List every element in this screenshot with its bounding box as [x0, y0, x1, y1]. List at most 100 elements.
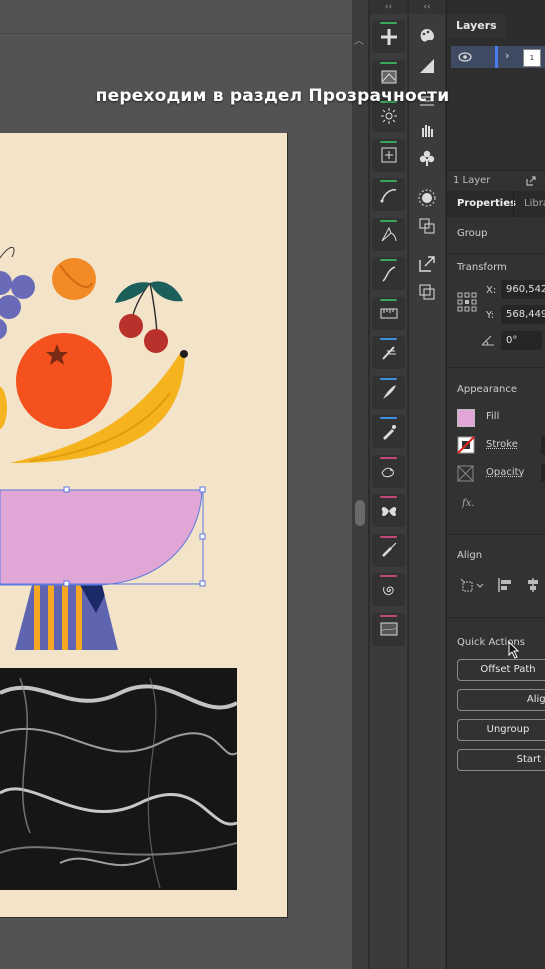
stroke-label[interactable]: Stroke — [486, 439, 518, 450]
ungroup-button[interactable]: Ungroup — [457, 719, 545, 741]
tool-color-bar — [380, 575, 397, 577]
start-global-edit-button[interactable]: Start G — [457, 749, 545, 771]
fill-label: Fill — [486, 411, 500, 422]
marble-image[interactable] — [0, 668, 238, 890]
tool-curvature[interactable] — [372, 178, 405, 211]
tool-width-curve[interactable] — [372, 257, 405, 290]
orange[interactable] — [16, 333, 112, 429]
align-left-icon[interactable] — [497, 577, 513, 593]
x-label: X: — [486, 285, 497, 296]
chevron-up-icon[interactable]: ︿ — [354, 32, 364, 47]
butterfly-icon — [381, 506, 396, 516]
tool-anchor-point[interactable] — [372, 217, 405, 251]
fx-effects-button[interactable]: fx. — [462, 498, 475, 509]
tool-brush-pen[interactable] — [372, 533, 405, 567]
width-curve-icon — [381, 265, 395, 282]
transform-heading: Transform — [457, 262, 507, 273]
x-field[interactable]: 960,542 — [501, 280, 545, 299]
align-button[interactable]: Align — [457, 689, 545, 711]
tab-properties[interactable]: Properties — [457, 191, 516, 217]
ruler-icon — [380, 308, 397, 319]
appearance-heading: Appearance — [457, 384, 518, 395]
tool-panel-2: ‹‹ — [408, 0, 445, 969]
export-icon — [419, 256, 435, 272]
layers-footer: 1 Layer — [447, 170, 545, 191]
export-layer-icon[interactable] — [525, 175, 537, 187]
tool-butterfly[interactable] — [372, 494, 405, 527]
texture-icon — [380, 622, 397, 636]
tool-eyedropper-pen[interactable] — [372, 415, 405, 448]
scrollbar-thumb[interactable] — [355, 500, 365, 526]
tool-artboards[interactable] — [411, 210, 443, 242]
panel-grip[interactable] — [447, 0, 545, 14]
cherries[interactable] — [115, 281, 183, 353]
y-field[interactable]: 568,449 — [501, 305, 545, 324]
tool-color-bar — [380, 298, 397, 301]
tool-spiral[interactable] — [372, 573, 405, 606]
tool-texture[interactable] — [372, 612, 405, 646]
grapes[interactable] — [0, 271, 35, 340]
eye-icon[interactable] — [458, 51, 472, 63]
align-to-icon[interactable] — [459, 577, 485, 593]
tab-libraries[interactable]: Libra — [524, 191, 545, 217]
gradient-icon — [420, 59, 434, 73]
tool-transform-box[interactable] — [372, 138, 405, 172]
video-caption: переходим в раздел Прозрачности — [95, 86, 450, 106]
mouse-cursor-icon — [508, 641, 520, 659]
tool-club[interactable] — [411, 142, 443, 174]
tool-color-bar — [380, 22, 397, 24]
tool-color-bar — [380, 535, 397, 538]
tool-stack[interactable] — [411, 276, 443, 308]
pencil-lines-icon — [381, 345, 396, 360]
tool-color-bar — [380, 614, 397, 617]
right-panel: Layers › 1 1 Layer Properties Libra Grou… — [446, 0, 545, 969]
reference-point-icon[interactable] — [457, 292, 477, 312]
tool-panel-1: ‹‹ — [369, 0, 407, 969]
sunburst-icon — [380, 107, 397, 124]
layer-count: 1 Layer — [453, 175, 491, 186]
offset-path-button[interactable]: Offset Path — [457, 659, 545, 681]
stroke-swatch-icon[interactable] — [457, 436, 475, 454]
opacity-label[interactable]: Opacity — [486, 467, 524, 478]
quill-pen-icon — [382, 385, 396, 399]
tool-color-bar — [380, 496, 397, 498]
opacity-field[interactable] — [541, 464, 545, 482]
rotate-angle-icon — [481, 335, 494, 346]
bowl[interactable] — [0, 489, 203, 586]
chevron-right-icon[interactable]: › — [505, 49, 509, 62]
apricot[interactable] — [52, 258, 96, 300]
canvas-area[interactable] — [0, 0, 352, 969]
layer-color-bar — [495, 46, 498, 68]
tool-gradient[interactable] — [411, 50, 443, 82]
hand-icon — [422, 125, 433, 137]
stroke-weight-field[interactable] — [541, 436, 545, 454]
sun-icon — [418, 189, 436, 207]
tool-add-anchor[interactable] — [372, 20, 405, 53]
transform-box-icon — [381, 147, 396, 163]
artboard[interactable] — [0, 133, 288, 918]
anchor-point-icon — [381, 226, 396, 242]
align-center-icon[interactable] — [525, 577, 541, 593]
tab-layers[interactable]: Layers — [447, 14, 506, 38]
rotate-field[interactable]: 0° — [501, 331, 542, 350]
tool-color-bar — [380, 219, 397, 222]
lemon-slice[interactable] — [0, 386, 7, 430]
tool-bird[interactable] — [372, 454, 405, 488]
collapse-panel-1-icon[interactable]: ‹‹ — [370, 0, 407, 14]
brush-pen-icon — [381, 542, 396, 557]
tool-quill-pen[interactable] — [372, 375, 405, 409]
tool-palette[interactable] — [411, 20, 443, 52]
spiral-icon — [382, 585, 394, 595]
fill-swatch[interactable] — [457, 409, 475, 427]
crop-image-icon — [381, 70, 396, 84]
tool-ruler[interactable] — [372, 296, 405, 330]
grape-stem — [0, 246, 15, 259]
palette-icon — [420, 29, 434, 42]
vertical-scrollbar[interactable]: ︿ — [352, 0, 368, 969]
curvature-icon — [380, 188, 396, 202]
collapse-panel-2-icon[interactable]: ‹‹ — [409, 0, 445, 14]
tool-pencil-lines[interactable] — [372, 336, 405, 369]
bowl-stand[interactable] — [10, 585, 125, 651]
align-heading: Align — [457, 550, 483, 561]
layer-row[interactable]: › 1 — [451, 46, 545, 68]
